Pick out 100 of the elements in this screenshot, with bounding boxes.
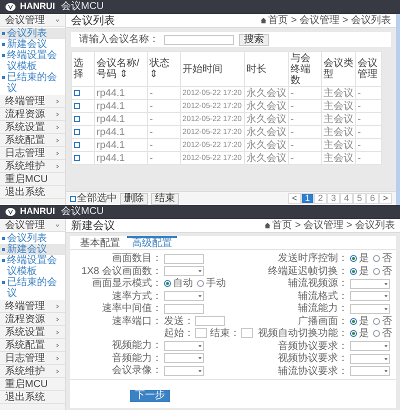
next-page-button[interactable]: > xyxy=(379,193,392,204)
sidebar-item[interactable]: 日志管理 xyxy=(0,352,65,365)
page-button[interactable]: 6 xyxy=(366,193,379,204)
checkbox[interactable] xyxy=(74,103,80,109)
column-header[interactable]: 会议类型 xyxy=(322,52,356,86)
radio-label: 否 xyxy=(382,328,392,339)
dropdown[interactable] xyxy=(350,366,390,376)
table-cell: - xyxy=(148,100,180,112)
home-icon xyxy=(260,17,268,24)
dropdown[interactable] xyxy=(164,353,204,363)
submenu-item[interactable]: 已结束的会议 xyxy=(0,72,65,94)
radio-button[interactable] xyxy=(350,318,357,324)
sidebar-item[interactable]: 系统维护 xyxy=(0,160,65,173)
checkbox[interactable] xyxy=(74,116,80,122)
column-header[interactable]: 时长 xyxy=(244,52,288,86)
text-field[interactable] xyxy=(241,328,253,338)
radio-label: 是 xyxy=(359,328,369,339)
page-button[interactable]: 1 xyxy=(301,193,314,204)
table-cell: 永久会议 xyxy=(244,112,288,126)
sidebar-item[interactable]: 退出系统 xyxy=(0,391,65,404)
sidebar-item[interactable]: 系统维护 xyxy=(0,365,65,378)
submenu-item[interactable]: 会议列表 xyxy=(0,233,65,244)
radio-button[interactable] xyxy=(373,268,380,274)
sidebar-item[interactable]: 系统配置 xyxy=(0,339,65,352)
radio-button[interactable] xyxy=(373,330,380,337)
text-field[interactable] xyxy=(195,316,225,326)
page-button[interactable]: 4 xyxy=(340,193,353,204)
table-cell: - xyxy=(288,100,322,112)
radio-label: 是 xyxy=(359,316,369,326)
dropdown-caret-icon xyxy=(384,356,388,360)
sidebar-item[interactable]: 重启MCU xyxy=(0,173,65,186)
submenu-item[interactable]: 终端设置会议模板 xyxy=(0,255,65,277)
text-field[interactable] xyxy=(195,328,207,338)
page-button[interactable]: 2 xyxy=(314,193,327,204)
tab[interactable]: 高级配置 xyxy=(127,236,177,249)
page-button[interactable]: 5 xyxy=(353,193,366,204)
dropdown[interactable] xyxy=(350,354,390,364)
checkbox[interactable] xyxy=(74,155,80,161)
dropdown[interactable] xyxy=(164,366,204,376)
column-header[interactable]: 选择 xyxy=(72,52,94,86)
radio-button[interactable] xyxy=(373,318,380,324)
search-button[interactable]: 搜索 xyxy=(239,34,269,46)
table-cell: - xyxy=(148,112,180,126)
submenu-item[interactable]: 新建会议 xyxy=(0,39,65,50)
radio-button[interactable] xyxy=(350,268,357,274)
tab[interactable]: 基本配置 xyxy=(75,236,125,249)
action-button[interactable]: 结束 xyxy=(151,192,179,204)
dropdown[interactable] xyxy=(164,340,204,350)
product-name: 会议MCU xyxy=(61,206,104,218)
field-label: 发送： xyxy=(164,316,194,326)
action-button[interactable]: 删除 xyxy=(120,192,148,204)
column-header[interactable]: 会议名称/号码 ⇕ xyxy=(94,52,148,86)
dropdown[interactable] xyxy=(350,291,390,301)
radio-button[interactable] xyxy=(197,280,204,287)
page-title: 新建会议 xyxy=(71,220,115,232)
table-cell: - xyxy=(288,138,322,152)
sidebar-item[interactable]: 终端管理 xyxy=(0,95,65,108)
sidebar-item[interactable]: 流程资源 xyxy=(0,313,65,326)
checkbox[interactable] xyxy=(74,142,80,148)
table-cell: 主会议 xyxy=(322,152,356,164)
sidebar-item[interactable]: 日志管理 xyxy=(0,147,65,160)
search-field[interactable] xyxy=(164,34,234,44)
dropdown-caret-icon xyxy=(198,368,202,372)
sidebar-item[interactable]: 系统设置 xyxy=(0,326,65,339)
checkbox[interactable] xyxy=(74,129,80,135)
radio-label: 是 xyxy=(359,253,369,264)
column-header[interactable]: 与会终端数 xyxy=(288,52,322,86)
radio-label: 否 xyxy=(382,266,392,276)
dropdown-caret-icon xyxy=(198,344,202,348)
text-field[interactable] xyxy=(164,254,204,264)
table-cell: - xyxy=(148,126,180,138)
sidebar-item[interactable]: 系统设置 xyxy=(0,121,65,134)
sidebar-item[interactable]: 系统配置 xyxy=(0,134,65,147)
sidebar-item[interactable]: 流程资源 xyxy=(0,108,65,121)
radio-button[interactable] xyxy=(350,255,357,262)
submenu-item[interactable]: 终端设置会议模板 xyxy=(0,50,65,72)
previous-page-button[interactable]: < xyxy=(288,193,301,204)
checkbox[interactable] xyxy=(70,196,76,202)
submenu-item[interactable]: 已结束的会议 xyxy=(0,277,65,299)
table-cell: 永久会议 xyxy=(244,86,288,100)
sidebar-item[interactable]: 终端管理 xyxy=(0,300,65,313)
table-cell: 永久会议 xyxy=(244,100,288,112)
radio-button[interactable] xyxy=(350,330,357,337)
page-title: 会议列表 xyxy=(71,14,115,26)
column-header[interactable]: 会议管理 xyxy=(356,52,382,86)
field-label: 结束： xyxy=(210,328,240,338)
scrollbar[interactable] xyxy=(396,14,400,205)
page-button[interactable]: 3 xyxy=(327,193,340,204)
sidebar-item[interactable]: 重启MCU xyxy=(0,378,65,391)
radio-button[interactable] xyxy=(373,255,380,262)
next-button[interactable]: 下一步 xyxy=(130,390,170,402)
field-label: 速率方式： xyxy=(111,290,162,302)
column-header[interactable]: 状态 ⇕ xyxy=(148,52,180,86)
column-header[interactable]: 开始时间 xyxy=(180,52,244,86)
radio-button[interactable] xyxy=(164,280,171,287)
checkbox[interactable] xyxy=(74,90,80,96)
brand-name: HANRUI xyxy=(20,0,55,14)
field-label: 视频能力： xyxy=(111,340,162,351)
text-field[interactable] xyxy=(164,304,204,314)
sidebar-item[interactable]: 退出系统 xyxy=(0,186,65,199)
